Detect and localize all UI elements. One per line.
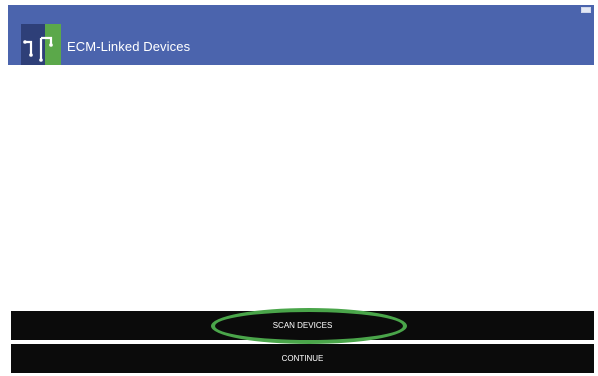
tablet-screen: ECM-Linked Devices SCAN DEVICES CONTINUE [8, 5, 594, 373]
app-bar: ECM-Linked Devices [8, 15, 594, 66]
ecm-circuit-logo-icon [21, 24, 61, 66]
device-list-area [8, 65, 594, 309]
scan-devices-button[interactable]: SCAN DEVICES [11, 311, 594, 340]
scan-devices-label: SCAN DEVICES [272, 321, 333, 330]
status-bar [8, 5, 594, 15]
continue-label: CONTINUE [281, 354, 324, 363]
battery-icon [581, 7, 591, 13]
app-title: ECM-Linked Devices [67, 39, 191, 54]
continue-button[interactable]: CONTINUE [11, 344, 594, 373]
